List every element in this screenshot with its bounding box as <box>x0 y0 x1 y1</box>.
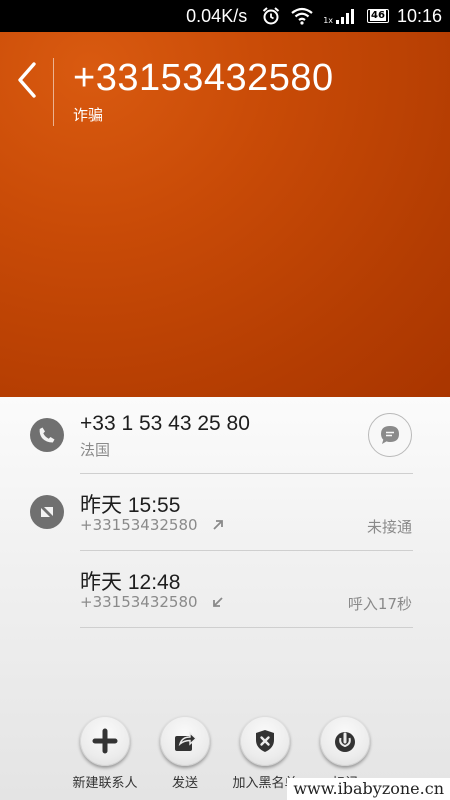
clock: 10:16 <box>396 5 442 26</box>
call-log-row[interactable]: 昨天 12:48 +33153432580 呼入17秒 <box>0 551 450 627</box>
send-label: 发送 <box>171 776 198 791</box>
send-button[interactable]: 发送 <box>145 716 225 791</box>
battery-icon: 46 <box>367 9 389 23</box>
wifi-icon <box>291 7 313 25</box>
block-shield-icon <box>240 716 290 766</box>
alarm-icon <box>261 6 281 26</box>
divider <box>80 627 413 628</box>
new-contact-button[interactable]: 新建联系人 <box>65 716 145 791</box>
phone-icon <box>30 418 64 452</box>
call-number-text: +33153432580 <box>80 593 198 611</box>
watermark: www.ibabyzone.cn <box>287 778 450 800</box>
share-icon <box>160 716 210 766</box>
header-divider <box>53 58 54 126</box>
contact-location: 法国 <box>80 441 111 459</box>
call-number: +33153432580 <box>80 516 224 535</box>
outgoing-arrow-icon <box>212 517 224 535</box>
fraud-tag: 诈骗 <box>73 106 104 124</box>
message-bubble-icon <box>381 426 399 444</box>
incoming-arrow-icon <box>212 594 224 612</box>
status-bar: 0.04K/s 1x 46 10:16 <box>0 0 450 32</box>
plus-icon <box>80 716 130 766</box>
call-log-icon <box>30 495 64 529</box>
call-log-row[interactable]: 昨天 15:55 +33153432580 未接通 <box>0 474 450 550</box>
call-time: 昨天 15:55 <box>80 494 181 517</box>
call-status: 呼入17秒 <box>347 595 412 613</box>
battery-level: 46 <box>370 10 386 21</box>
call-number: +33153432580 <box>80 593 224 612</box>
call-number-text: +33153432580 <box>80 516 198 534</box>
signal-icon: 1x <box>323 7 357 25</box>
network-speed: 0.04K/s <box>186 5 248 26</box>
network-type-label: 1x <box>323 16 334 25</box>
message-button[interactable] <box>368 413 412 457</box>
back-button[interactable] <box>14 60 42 100</box>
contact-header: +33153432580 诈骗 <box>0 32 450 397</box>
back-arrow-icon <box>18 62 36 98</box>
call-time: 昨天 12:48 <box>80 571 181 594</box>
call-status: 未接通 <box>366 518 412 536</box>
page-title: +33153432580 <box>73 57 334 99</box>
mark-icon <box>320 716 370 766</box>
contact-number-row[interactable]: +33 1 53 43 25 80 法国 <box>0 397 450 473</box>
contact-number: +33 1 53 43 25 80 <box>80 412 250 435</box>
new-contact-label: 新建联系人 <box>72 776 138 791</box>
